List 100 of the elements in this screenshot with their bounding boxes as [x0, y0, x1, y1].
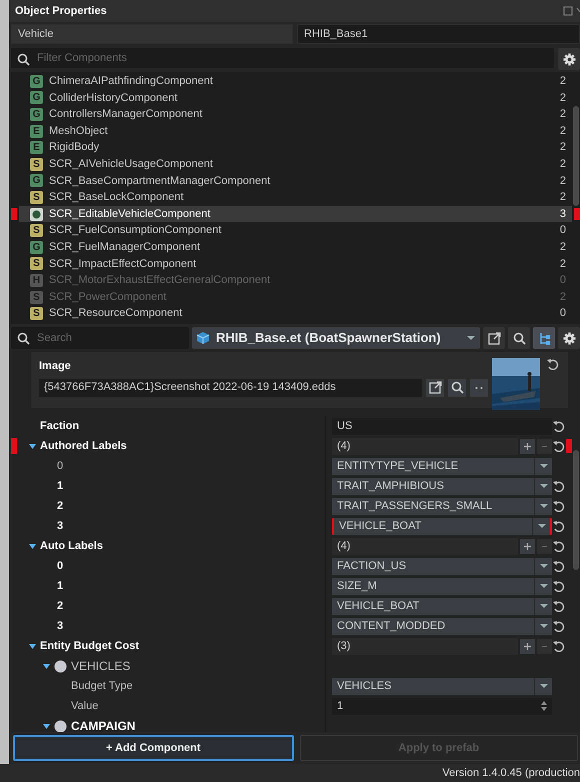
ellipsis-icon[interactable] — [475, 386, 483, 390]
property-label: Budget Type — [71, 678, 133, 694]
component-item[interactable]: S SCR_ImpactEffectComponent 2 — [19, 256, 572, 272]
component-item[interactable]: S SCR_AIVehicleUsageComponent 2 — [19, 156, 572, 173]
reset-icon[interactable] — [552, 540, 566, 552]
component-type-icon: S — [30, 158, 43, 171]
name-field[interactable]: RHIB_Base1 — [297, 24, 580, 44]
spinner-icon[interactable] — [540, 700, 548, 712]
reset-icon[interactable] — [552, 600, 566, 612]
component-item[interactable]: G ControllersManagerComponent 2 — [19, 106, 572, 123]
add-item-button[interactable] — [520, 438, 535, 454]
expand-caret-icon[interactable] — [43, 664, 50, 668]
dropdown-value: VEHICLE_BOAT — [339, 518, 422, 534]
component-name: ControllersManagerComponent — [49, 107, 204, 122]
filter-field[interactable]: Filter Components — [11, 48, 554, 68]
property-label: 3 — [57, 618, 64, 634]
search-icon[interactable] — [512, 332, 526, 344]
reset-icon[interactable] — [552, 640, 566, 652]
component-icon — [30, 208, 43, 221]
component-item[interactable]: G SCR_FuelManagerComponent 2 — [19, 238, 572, 256]
external-link-icon[interactable] — [488, 332, 500, 344]
scrollbar-thumb[interactable] — [573, 106, 579, 206]
component-count: 2 — [560, 290, 566, 305]
expand-caret-icon[interactable] — [43, 724, 50, 728]
add-item-button[interactable] — [520, 638, 535, 654]
component-item[interactable]: G ChimeraAIPathfindingComponent 2 — [19, 73, 572, 90]
reset-icon[interactable] — [552, 440, 566, 452]
component-item[interactable]: G ColliderHistoryComponent 2 — [19, 90, 572, 106]
expand-caret-icon[interactable] — [29, 544, 36, 548]
component-item[interactable]: G SCR_BaseCompartmentManagerComponent 2 — [19, 172, 572, 190]
component-item[interactable]: S SCR_FuelConsumptionComponent 0 — [19, 222, 572, 239]
reset-icon[interactable] — [546, 358, 560, 370]
plus-icon[interactable] — [524, 542, 531, 550]
search-button[interactable] — [508, 327, 530, 349]
action-button[interactable]: + Add Component — [13, 735, 294, 761]
property-label: 1 — [57, 578, 64, 594]
settings-button[interactable] — [558, 327, 580, 349]
prefab-dropdown[interactable]: RHIB_Base.et (BoatSpawnerStation) — [192, 327, 480, 349]
add-item-button[interactable] — [520, 538, 535, 554]
label-dropdown[interactable]: FACTION_US — [332, 558, 552, 574]
component-item[interactable]: E MeshObject 2 — [19, 122, 572, 140]
caret-icon[interactable] — [536, 523, 546, 529]
float-icon[interactable] — [563, 6, 573, 16]
label-dropdown[interactable]: TRAIT_AMPHIBIOUS — [332, 478, 552, 494]
property-label: Value — [71, 698, 98, 714]
label-dropdown[interactable]: VEHICLES — [332, 678, 552, 694]
component-name: SCR_BaseLockComponent — [49, 190, 185, 206]
text-field[interactable]: US — [332, 418, 552, 434]
caret-icon[interactable] — [538, 463, 548, 469]
reset-icon[interactable] — [552, 520, 566, 532]
caret-icon[interactable] — [538, 483, 548, 489]
property-label: Entity Budget Cost — [40, 638, 139, 654]
label-dropdown[interactable]: VEHICLE_BOAT — [332, 518, 552, 534]
dropdown-value: FACTION_US — [337, 558, 408, 574]
component-type-icon: S — [30, 307, 43, 320]
reset-icon[interactable] — [552, 420, 566, 432]
component-item[interactable]: E RigidBody 2 — [19, 139, 572, 156]
reset-icon[interactable] — [552, 480, 566, 492]
plus-icon[interactable] — [524, 642, 531, 650]
caret-icon[interactable] — [538, 583, 548, 589]
label-dropdown[interactable]: VEHICLE_BOAT — [332, 598, 552, 614]
caret-icon[interactable] — [538, 503, 548, 509]
component-count: 2 — [560, 190, 566, 206]
component-name: ChimeraAIPathfindingComponent — [49, 74, 214, 90]
label-dropdown[interactable]: CONTENT_MODDED — [332, 618, 552, 634]
component-item[interactable]: S SCR_BaseLockComponent 2 — [19, 189, 572, 206]
hierarchy-icon[interactable] — [538, 332, 550, 344]
caret-icon[interactable] — [538, 683, 548, 689]
open-external-button[interactable] — [483, 327, 505, 349]
class-field[interactable]: Vehicle — [11, 24, 293, 44]
dropdown-value: CONTENT_MODDED — [337, 618, 446, 634]
reset-icon[interactable] — [552, 580, 566, 592]
property-label: Image — [39, 359, 72, 374]
reset-icon[interactable] — [552, 620, 566, 632]
expand-caret-icon[interactable] — [29, 444, 36, 448]
settings-button[interactable] — [558, 48, 580, 70]
label-dropdown[interactable]: TRAIT_PASSENGERS_SMALL — [332, 498, 552, 514]
caret-icon[interactable] — [538, 623, 548, 629]
plus-icon[interactable] — [524, 442, 531, 450]
component-count: 2 — [560, 157, 566, 172]
search-field[interactable]: Search — [11, 327, 189, 349]
expand-caret-icon[interactable] — [29, 644, 36, 648]
component-item[interactable]: S SCR_ResourceComponent 0 — [19, 305, 572, 322]
gear-icon[interactable] — [562, 332, 576, 344]
array-count-field: (4) — [332, 438, 518, 454]
number-field[interactable]: 1 — [332, 698, 552, 714]
label-dropdown[interactable]: SIZE_M — [332, 578, 552, 594]
component-name: SCR_FuelManagerComponent — [49, 240, 202, 255]
label-dropdown[interactable]: ENTITYTYPE_VEHICLE — [332, 458, 552, 474]
component-count: 2 — [560, 240, 566, 255]
hierarchy-button[interactable] — [533, 327, 555, 349]
caret-icon[interactable] — [538, 563, 548, 569]
reset-icon[interactable] — [552, 560, 566, 572]
caret-icon[interactable] — [538, 603, 548, 609]
property-label: 0 — [57, 558, 64, 574]
component-count: 2 — [560, 90, 566, 106]
reset-icon[interactable] — [552, 500, 566, 512]
resource-path-field[interactable]: {543766F73A388AC1}Screenshot 2022-06-19 143409.edds — [39, 378, 422, 396]
gear-icon[interactable] — [562, 52, 576, 66]
scrollbar-thumb[interactable] — [573, 450, 579, 570]
